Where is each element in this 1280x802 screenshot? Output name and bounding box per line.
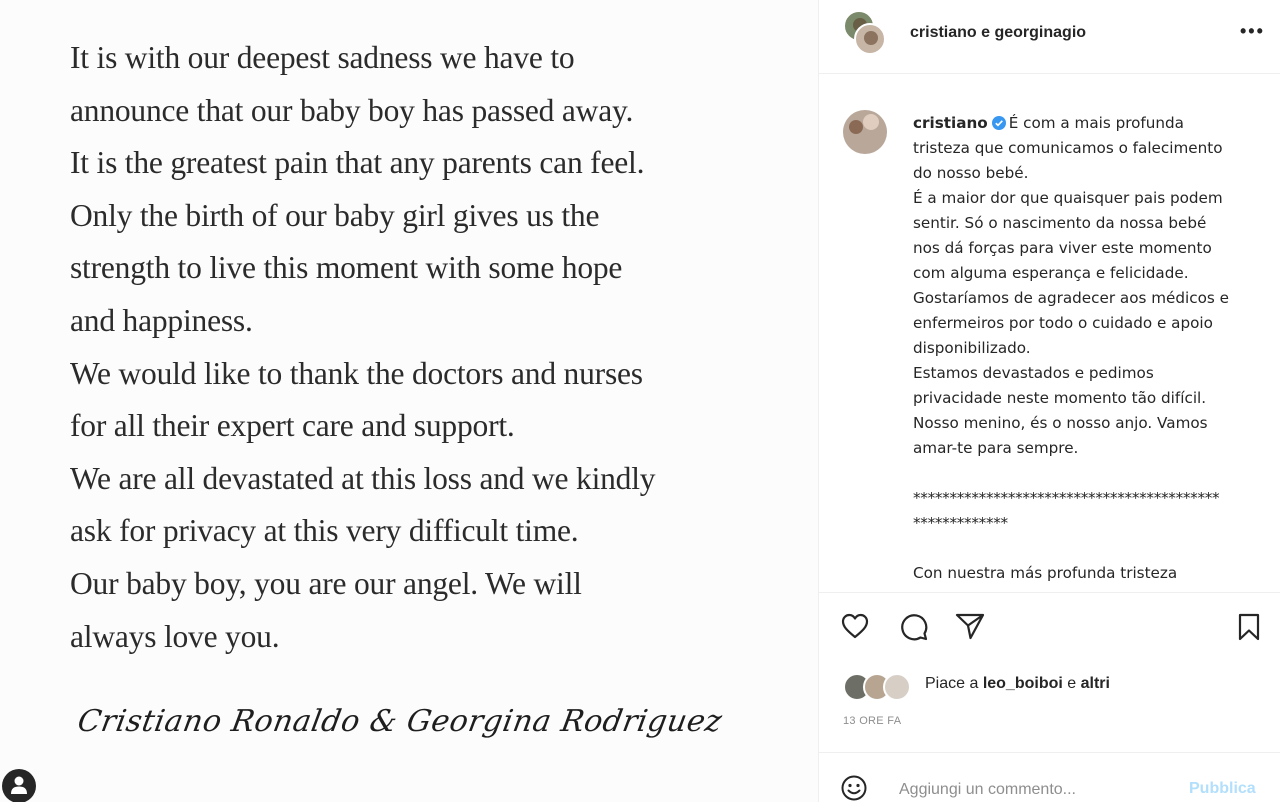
caption-line: tristeza que comunicamos o falecimento (913, 139, 1223, 157)
statement-line: We are all devastated at this loss and w… (70, 460, 656, 496)
caption-line: privacidade neste momento tão difícil. (913, 389, 1207, 407)
statement-line: always love you. (70, 618, 280, 654)
statement-line: ask for privacy at this very difficult t… (70, 513, 579, 549)
caption-line: nos dá forças para viver este momento (913, 239, 1212, 257)
statement-line: Only the birth of our baby girl gives us… (70, 197, 600, 233)
liked-by-user[interactable]: leo_boiboi (983, 675, 1063, 692)
caption-text: cristiano É com a mais profunda tristeza … (913, 111, 1269, 586)
statement-line: It is with our deepest sadness we have t… (70, 40, 575, 75)
caption-username[interactable]: cristiano (913, 114, 988, 132)
caption-line: enfermeiros por todo o cuidado e apoio (913, 314, 1213, 332)
post-actions: Piace a leo_boiboi e altri 13 ORE FA (819, 592, 1280, 752)
statement-line: It is the greatest pain that any parents… (70, 145, 645, 181)
caption-separator: ************* (913, 514, 1008, 532)
caption-line-spanish: Con nuestra más profunda tristeza (913, 564, 1178, 582)
caption-line: Gostaríamos de agradecer aos médicos e (913, 289, 1229, 307)
publish-button[interactable]: Pubblica (1189, 780, 1256, 798)
statement-line: for all their expert care and support. (70, 408, 515, 444)
statement-line: We would like to thank the doctors and n… (70, 355, 643, 391)
statement-line: and happiness. (70, 302, 253, 338)
post-author-username[interactable]: cristiano e georginagio (910, 24, 1086, 42)
statement-text: It is with our deepest sadness we have t… (70, 32, 800, 663)
caption-line: Nosso menino, és o nosso anjo. Vamos (913, 414, 1208, 432)
caption-line: É com a mais profunda (1008, 114, 1184, 132)
caption-line: com alguma esperança e felicidade. (913, 264, 1189, 282)
statement-line: announce that our baby boy has passed aw… (70, 92, 634, 128)
liked-by-others[interactable]: altri (1081, 675, 1110, 692)
post-timestamp[interactable]: 13 ORE FA (843, 715, 901, 727)
caption-separator: ****************************************… (913, 489, 1220, 507)
share-icon[interactable] (955, 612, 985, 645)
user-icon (11, 776, 27, 794)
verified-badge-icon (991, 116, 1006, 130)
comment-bar: Pubblica (819, 752, 1280, 802)
post-side-panel: cristiano e georginagio ••• cristiano É c… (818, 0, 1280, 802)
statement-line: Our baby boy, you are our angel. We will (70, 565, 582, 601)
caption-scroll-area[interactable]: cristiano É com a mais profunda tristeza … (819, 74, 1280, 592)
collab-avatars[interactable] (843, 10, 887, 56)
caption-line: disponibilizado. (913, 339, 1031, 357)
avatar[interactable] (843, 110, 887, 154)
caption-line: Estamos devastados e pedimos (913, 364, 1154, 382)
comment-input[interactable] (899, 777, 1179, 802)
statement-line: strength to live this moment with some h… (70, 250, 623, 286)
post-image[interactable]: It is with our deepest sadness we have t… (0, 0, 818, 802)
caption-line: É a maior dor que quaisquer pais podem (913, 189, 1223, 207)
post-header: cristiano e georginagio ••• (819, 0, 1280, 74)
signature: Cristiano Ronaldo & Georgina Rodriguez (74, 704, 725, 739)
more-options-icon[interactable]: ••• (1240, 22, 1265, 40)
caption-line: do nosso bebé. (913, 164, 1029, 182)
bookmark-icon[interactable] (1237, 613, 1261, 646)
caption-line: sentir. Só o nascimento da nossa bebé (913, 214, 1207, 232)
comment-icon[interactable] (899, 612, 929, 647)
emoji-icon[interactable] (841, 775, 867, 802)
liked-by-text: Piace a leo_boiboi e altri (925, 675, 1110, 692)
user-tag-button[interactable] (2, 769, 36, 802)
heart-icon[interactable] (841, 613, 869, 644)
avatar[interactable] (854, 23, 886, 55)
avatar[interactable] (883, 673, 911, 701)
caption-line: amar-te para sempre. (913, 439, 1079, 457)
